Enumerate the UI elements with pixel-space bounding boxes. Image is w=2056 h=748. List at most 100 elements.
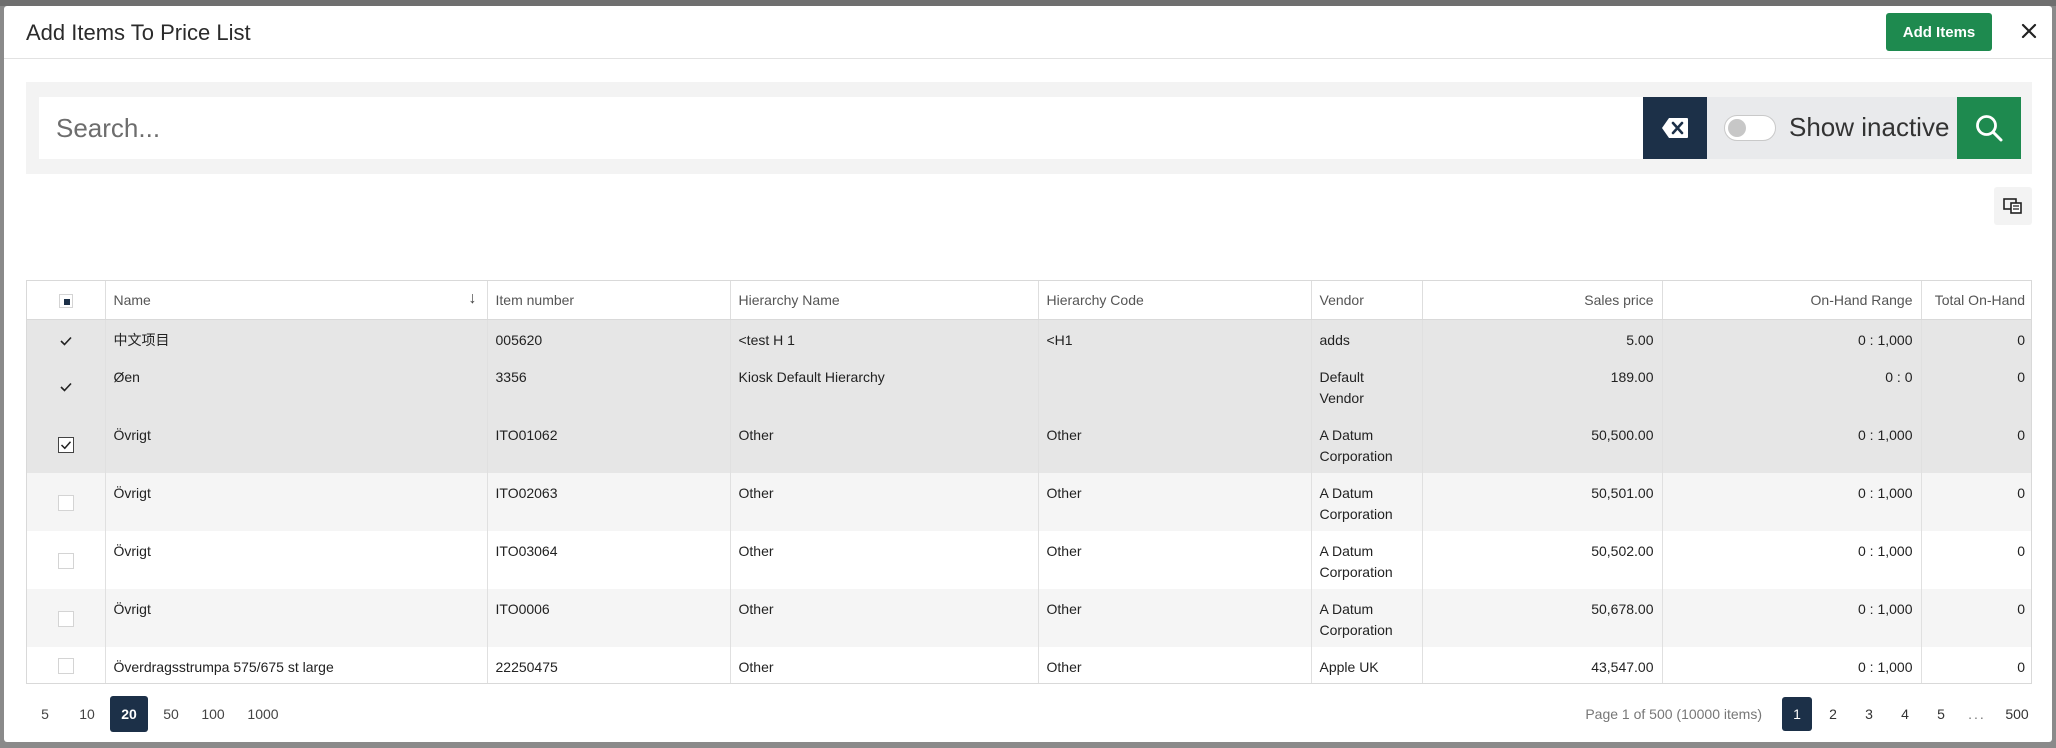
page-size-50[interactable]: 50 xyxy=(152,696,190,732)
column-header-on-hand-range[interactable]: On-Hand Range xyxy=(1662,281,1922,320)
vendor-line: adds xyxy=(1319,331,1350,348)
cell-item-number: 005620 xyxy=(487,319,731,357)
cell-sales-price: 189.00 xyxy=(1422,357,1663,415)
row-checkbox[interactable] xyxy=(57,610,74,627)
vendor-line: Apple UK xyxy=(1319,659,1379,675)
show-inactive-label: Show inactive xyxy=(1789,112,1950,142)
page-3[interactable]: 3 xyxy=(1854,697,1884,731)
cell-vendor: A Datum Corporation xyxy=(1311,531,1423,589)
dialog-title: Add Items To Price List xyxy=(26,20,251,45)
table-row[interactable]: Övrigt ITO02063 Other Other A Datum Corpo… xyxy=(27,473,2031,531)
items-table: Name ↓ Item number Hierarchy Name Hierarc… xyxy=(27,281,2031,683)
cell-hierarchy-code: <H1 xyxy=(1038,319,1312,357)
vendor-line: A Datum xyxy=(1319,543,1374,559)
row-select-cell xyxy=(27,357,106,415)
cell-total-on-hand: 0 xyxy=(1921,473,2031,531)
cell-hierarchy-code: Other xyxy=(1038,589,1312,647)
cell-vendor: Apple UK xyxy=(1311,647,1423,683)
cell-vendor: A Datum Corporation xyxy=(1311,415,1423,473)
cell-total-on-hand: 0 xyxy=(1921,357,2031,415)
row-checkbox[interactable] xyxy=(57,552,74,569)
search-button[interactable] xyxy=(1957,97,2021,159)
page-size-100[interactable]: 100 xyxy=(194,696,232,732)
cell-hierarchy-name: Other xyxy=(730,531,1039,589)
cell-hierarchy-code: Other xyxy=(1038,647,1312,683)
select-all-checkbox[interactable] xyxy=(58,293,73,308)
add-items-button[interactable]: Add Items xyxy=(1886,13,1992,51)
table-row[interactable]: Øen 3356 Kiosk Default Hierarchy Default… xyxy=(27,357,2031,415)
row-select-cell xyxy=(27,415,106,473)
page-size-10[interactable]: 10 xyxy=(68,696,106,732)
column-header-vendor[interactable]: Vendor xyxy=(1311,281,1423,320)
cell-on-hand-range: 0 : 1,000 xyxy=(1662,473,1922,531)
column-chooser-icon xyxy=(2003,198,2022,214)
page-1[interactable]: 1 xyxy=(1782,697,1812,731)
search-icon xyxy=(1976,115,2003,142)
cell-name: Övrigt xyxy=(105,531,488,589)
cell-item-number: 22250475 xyxy=(487,647,731,683)
pagination: Page 1 of 500 (10000 items) 1 2 3 4 5 ..… xyxy=(1585,696,2032,732)
page-5[interactable]: 5 xyxy=(1926,697,1956,731)
cell-total-on-hand: 0 xyxy=(1921,531,2031,589)
row-checkbox[interactable] xyxy=(57,658,74,675)
backspace-icon xyxy=(1662,118,1688,138)
row-checkbox[interactable] xyxy=(57,436,74,453)
cell-hierarchy-code xyxy=(1038,357,1312,415)
row-checkbox[interactable] xyxy=(57,494,74,511)
column-header-total-on-hand[interactable]: Total On-Hand xyxy=(1921,281,2031,320)
cell-name: Övrigt xyxy=(105,415,488,473)
page-500[interactable]: 500 xyxy=(2002,697,2032,731)
cell-sales-price: 50,500.00 xyxy=(1422,415,1663,473)
vendor-line: A Datum xyxy=(1319,601,1374,617)
column-header-sales-price[interactable]: Sales price xyxy=(1422,281,1663,320)
table-row[interactable]: Överdragsstrumpa 575/675 st large 222504… xyxy=(27,647,2031,683)
cell-on-hand-range: 0 : 1,000 xyxy=(1662,589,1922,647)
cell-hierarchy-code: Other xyxy=(1038,415,1312,473)
close-icon[interactable] xyxy=(2018,20,2040,42)
clear-search-button[interactable] xyxy=(1643,97,1707,159)
column-header-hierarchy-name[interactable]: Hierarchy Name xyxy=(730,281,1039,320)
table-row[interactable]: Övrigt ITO0006 Other Other A Datum Corpor… xyxy=(27,589,2031,647)
page-info: Page 1 of 500 (10000 items) xyxy=(1585,706,1762,722)
search-input[interactable] xyxy=(39,97,1643,159)
cell-vendor: Default Vendor xyxy=(1311,357,1423,415)
column-header-item-number[interactable]: Item number xyxy=(487,281,731,320)
cell-item-number: ITO0006 xyxy=(487,589,731,647)
select-all-cell xyxy=(27,281,106,320)
vendor-line: Corporation xyxy=(1319,506,1393,522)
table-row[interactable]: Övrigt ITO03064 Other Other A Datum Corpo… xyxy=(27,531,2031,589)
cell-name: 中文项目 xyxy=(105,319,488,357)
page-size-1000[interactable]: 1000 xyxy=(236,696,290,732)
column-header-hierarchy-code[interactable]: Hierarchy Code xyxy=(1038,281,1312,320)
vendor-line: Vendor xyxy=(1319,390,1364,406)
table-row[interactable]: Övrigt ITO01062 Other Other A Datum Corpo… xyxy=(27,415,2031,473)
row-select-cell xyxy=(27,589,106,647)
column-chooser-button[interactable] xyxy=(1994,187,2032,225)
page-size-20[interactable]: 20 xyxy=(110,696,148,732)
show-inactive-toggle[interactable] xyxy=(1724,115,1776,141)
toggle-knob xyxy=(1728,119,1746,137)
vendor-line: Default xyxy=(1319,369,1364,385)
show-inactive-control: Show inactive xyxy=(1707,97,1957,159)
cell-item-number: ITO03064 xyxy=(487,531,731,589)
cell-on-hand-range: 0 : 1,000 xyxy=(1662,531,1922,589)
column-header-name[interactable]: Name ↓ xyxy=(105,281,488,320)
search-bar: Show inactive xyxy=(26,82,2032,174)
vendor-line: Corporation xyxy=(1319,448,1393,464)
page-ellipsis: ... xyxy=(1968,706,1986,722)
row-select-cell xyxy=(27,319,106,357)
row-checkbox[interactable] xyxy=(58,379,74,395)
page-size-5[interactable]: 5 xyxy=(26,696,64,732)
cell-hierarchy-name: Other xyxy=(730,647,1039,683)
row-checkbox[interactable] xyxy=(58,333,74,349)
cell-hierarchy-name: Other xyxy=(730,589,1039,647)
cell-item-number: ITO02063 xyxy=(487,473,731,531)
cell-hierarchy-name: Kiosk Default Hierarchy xyxy=(730,357,1039,415)
cell-name: Øen xyxy=(105,357,488,415)
page-4[interactable]: 4 xyxy=(1890,697,1920,731)
row-select-cell xyxy=(27,473,106,531)
table-row[interactable]: 中文项目 005620 <test H 1 <H1 adds 5.00 0 : … xyxy=(27,319,2031,357)
row-select-cell xyxy=(27,531,106,589)
page-2[interactable]: 2 xyxy=(1818,697,1848,731)
cell-hierarchy-code: Other xyxy=(1038,531,1312,589)
